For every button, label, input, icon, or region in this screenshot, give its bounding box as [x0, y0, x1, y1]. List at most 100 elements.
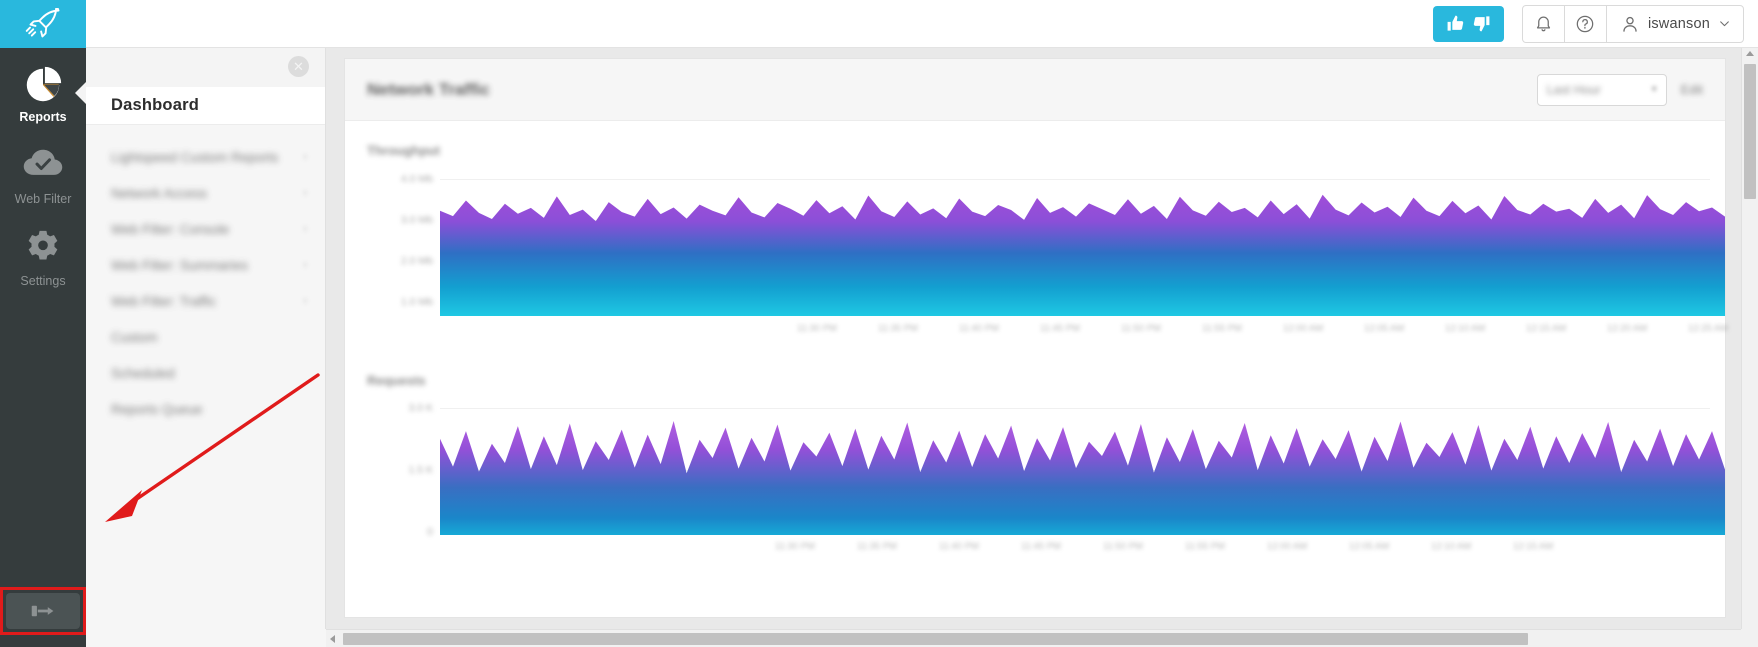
- close-panel-button[interactable]: ✕: [288, 56, 309, 77]
- sidebar-item-web-filter-label: Web Filter: [14, 192, 72, 206]
- x-tick-label: 12:15 AM: [1526, 323, 1567, 334]
- menu-item-label: Lightspeed Custom Reports: [111, 149, 279, 165]
- arrow-up-icon[interactable]: [1746, 51, 1754, 56]
- sidebar-item-settings[interactable]: Settings: [0, 212, 86, 294]
- menu-item-label: Custom: [111, 329, 158, 345]
- chevron-right-icon: ›: [303, 259, 307, 271]
- top-bar: iswanson: [0, 0, 1758, 48]
- x-tick-label: 11:30 PM: [775, 541, 815, 552]
- menu-item-label: Web Filter: Console: [111, 221, 230, 237]
- vertical-scrollbar[interactable]: [1741, 48, 1758, 629]
- user-avatar-icon: [1623, 16, 1637, 32]
- page-title: Dashboard: [111, 96, 199, 114]
- y-tick-label: 4.0 Mb: [400, 173, 433, 185]
- gear-icon: [0, 228, 86, 272]
- x-tick-label: 12:00 AM: [1283, 323, 1324, 334]
- rocket-icon: [25, 7, 60, 37]
- menu-item-label: Reports Queue: [111, 401, 203, 417]
- x-tick-label: 11:55 PM: [1202, 323, 1242, 334]
- card-title: Network Traffic: [367, 79, 490, 99]
- time-range-select[interactable]: Last Hour ▾: [1536, 73, 1667, 106]
- chevron-right-icon: ›: [303, 223, 307, 235]
- menu-header: Dashboard: [86, 87, 325, 125]
- card-header: Network Traffic Last Hour ▾ Edit: [345, 59, 1725, 121]
- x-tick-label: 12:00 AM: [1267, 541, 1308, 552]
- chevron-right-icon: ›: [303, 295, 307, 307]
- user-menu[interactable]: iswanson: [1607, 6, 1743, 42]
- x-tick-label: 11:40 PM: [959, 323, 999, 334]
- x-tick-label: 12:20 AM: [1607, 323, 1648, 334]
- x-tick-label: 11:40 PM: [939, 541, 979, 552]
- menu-item-lightspeed-custom-reports[interactable]: Lightspeed Custom Reports ›: [86, 139, 325, 175]
- x-tick-label: 12:10 AM: [1445, 323, 1486, 334]
- x-tick-label: 12:15 AM: [1513, 541, 1554, 552]
- chart-requests-title: Requests: [367, 373, 426, 388]
- chevron-down-icon: [1720, 21, 1729, 27]
- application-window: iswanson Reports Web Filter Settings ✕ D…: [0, 0, 1758, 647]
- help-circle-icon: [1577, 15, 1594, 32]
- main-content-area: Network Traffic Last Hour ▾ Edit Through…: [326, 48, 1758, 647]
- arrow-left-icon[interactable]: [330, 635, 335, 643]
- menu-top-strip: ✕: [86, 48, 325, 87]
- menu-item-label: Web Filter: Summaries: [111, 257, 249, 273]
- x-tick-label: 12:25 AM: [1688, 323, 1729, 334]
- menu-item-web-filter-summaries[interactable]: Web Filter: Summaries ›: [86, 247, 325, 283]
- panel-bottom-pad: [86, 629, 326, 647]
- top-bar-actions: iswanson: [1432, 0, 1758, 48]
- x-tick-label: 12:10 AM: [1431, 541, 1472, 552]
- sidebar-item-reports[interactable]: Reports: [0, 48, 86, 130]
- y-tick-label: 2.0 Mb: [400, 255, 433, 267]
- x-tick-label: 11:30 PM: [797, 323, 837, 334]
- rocket-logo[interactable]: [0, 0, 86, 48]
- horizontal-scrollbar[interactable]: [326, 629, 1741, 647]
- chevron-right-icon: ›: [303, 151, 307, 163]
- vertical-scroll-thumb[interactable]: [1744, 64, 1756, 199]
- scrollbar-corner: [1741, 629, 1758, 647]
- logout-button[interactable]: [6, 593, 80, 629]
- x-tick-label: 11:55 PM: [1185, 541, 1225, 552]
- x-tick-label: 11:45 PM: [1021, 541, 1061, 552]
- left-nav-rail: Reports Web Filter Settings: [0, 48, 86, 647]
- y-tick-label: 0: [427, 526, 433, 538]
- menu-item-web-filter-traffic[interactable]: Web Filter: Traffic ›: [86, 283, 325, 319]
- help-button[interactable]: [1565, 5, 1607, 42]
- menu-item-label: Network Access: [111, 185, 208, 201]
- card-header-controls: Last Hour ▾ Edit: [1536, 73, 1703, 106]
- y-tick-label: 3.0 Mb: [400, 214, 433, 226]
- sidebar-item-settings-label: Settings: [20, 274, 66, 288]
- chart-throughput-plot: [440, 194, 1725, 316]
- menu-item-scheduled[interactable]: Scheduled: [86, 355, 325, 391]
- menu-item-reports-queue[interactable]: Reports Queue: [86, 391, 325, 427]
- logout-arrow-icon: [31, 605, 54, 617]
- menu-item-label: Web Filter: Traffic: [111, 293, 217, 309]
- x-tick-label: 11:50 PM: [1121, 323, 1161, 334]
- feedback-button[interactable]: [1432, 5, 1504, 42]
- x-tick-label: 11:35 PM: [878, 323, 918, 334]
- menu-item-network-access[interactable]: Network Access ›: [86, 175, 325, 211]
- chart-throughput-title: Throughput: [367, 143, 440, 158]
- x-tick-label: 12:05 AM: [1349, 541, 1390, 552]
- close-icon: ✕: [293, 59, 304, 74]
- thumbs-up-icon: [1447, 15, 1464, 31]
- horizontal-scroll-thumb[interactable]: [343, 633, 1528, 645]
- card-action-button[interactable]: Edit: [1681, 82, 1703, 97]
- thumbs-down-icon: [1473, 16, 1490, 32]
- time-range-value: Last Hour: [1546, 82, 1601, 97]
- y-tick-label: 1.0 Mb: [400, 296, 433, 308]
- cloud-check-icon: [0, 146, 86, 190]
- sidebar-item-reports-label: Reports: [19, 110, 67, 124]
- chart-requests-plot: [440, 421, 1725, 535]
- y-tick-label: 3.0 K: [408, 402, 433, 414]
- x-tick-label: 11:50 PM: [1103, 541, 1143, 552]
- reports-menu-panel: ✕ Dashboard Lightspeed Custom Reports › …: [86, 48, 326, 647]
- menu-item-web-filter-console[interactable]: Web Filter: Console ›: [86, 211, 325, 247]
- sidebar-item-web-filter[interactable]: Web Filter: [0, 130, 86, 212]
- notifications-button[interactable]: [1523, 5, 1565, 42]
- menu-item-custom[interactable]: Custom: [86, 319, 325, 355]
- network-traffic-card: Network Traffic Last Hour ▾ Edit Through…: [344, 58, 1729, 618]
- x-tick-label: 11:45 PM: [1040, 323, 1080, 334]
- chevron-right-icon: ›: [303, 187, 307, 199]
- user-name-label: iswanson: [1647, 15, 1710, 32]
- menu-item-label: Scheduled: [111, 365, 175, 381]
- x-tick-label: 12:05 AM: [1364, 323, 1405, 334]
